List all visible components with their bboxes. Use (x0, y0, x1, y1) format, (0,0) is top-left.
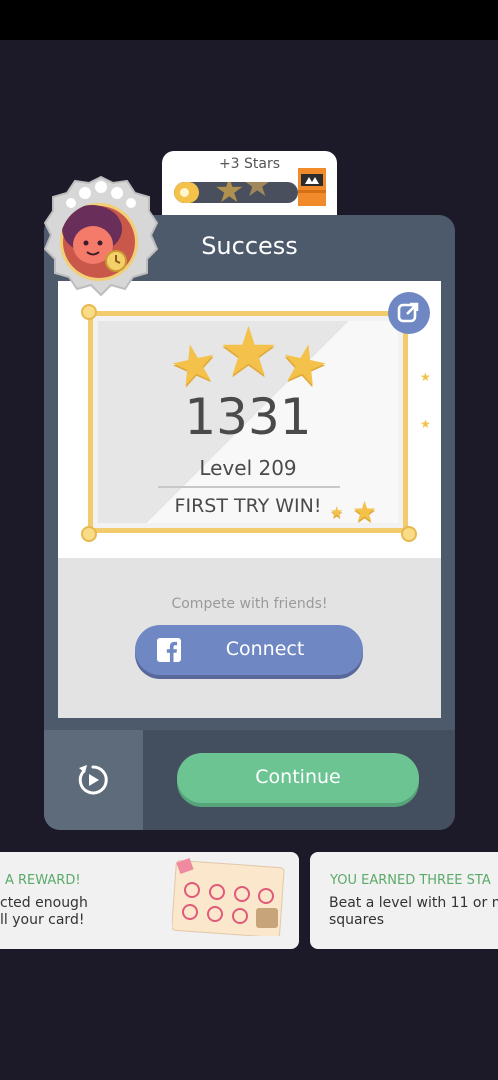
notification-text: cted enough ll your card! (0, 895, 88, 928)
progress-dot (180, 188, 189, 197)
rating-star-2: ★ (218, 313, 279, 392)
share-button[interactable] (388, 292, 430, 334)
result-card: ★ ★ ★ 1331 Level 209 FIRST TRY WIN! ★ ★ … (58, 281, 441, 718)
progress-star-icon: ★ (242, 182, 273, 203)
stars-progress-bar: ★ ★ (174, 182, 298, 203)
modal-title: Success (201, 232, 298, 260)
sparkle-star-icon: ★ (420, 370, 431, 384)
continue-label: Continue (255, 766, 341, 788)
sparkle-star-icon: ★ (330, 503, 344, 521)
score-value: 1331 (184, 388, 312, 446)
frame-corner (401, 526, 417, 542)
share-icon (397, 302, 419, 323)
frame-corner (81, 304, 97, 320)
score-panel: ★ ★ ★ 1331 Level 209 FIRST TRY WIN! ★ ★ (58, 281, 441, 558)
compete-text: Compete with friends! (171, 596, 328, 612)
sparkle-star-icon: ★ (352, 495, 378, 528)
connect-label: Connect (225, 638, 305, 660)
modal-footer: Continue (143, 730, 455, 830)
status-bar (0, 0, 498, 40)
avatar-icon (60, 203, 138, 281)
notification-heading: A REWARD! (5, 873, 81, 888)
continue-button[interactable]: Continue (177, 753, 419, 803)
frame-corner (81, 526, 97, 542)
notification-heading: YOU EARNED THREE STA (330, 873, 491, 888)
progress-star-icon: ★ (214, 182, 245, 203)
replay-button[interactable] (44, 730, 143, 830)
notification-text: Beat a level with 11 or m squares (329, 895, 498, 928)
replay-icon (78, 765, 108, 795)
facebook-icon (157, 638, 181, 662)
chest-icon (298, 168, 326, 206)
stars-progress-panel: +3 Stars ★ ★ (162, 151, 337, 223)
stamp-card-icon (172, 858, 285, 936)
success-modal: Success ★ ★ ★ 1331 Level 209 FIRST TRY W… (44, 215, 455, 830)
level-label: Level 209 (199, 456, 297, 480)
achievement-notification[interactable]: YOU EARNED THREE STA Beat a level with 1… (310, 852, 498, 949)
facebook-connect-button[interactable]: Connect (135, 625, 363, 675)
divider (158, 486, 340, 488)
sparkle-star-icon: ★ (420, 417, 431, 431)
